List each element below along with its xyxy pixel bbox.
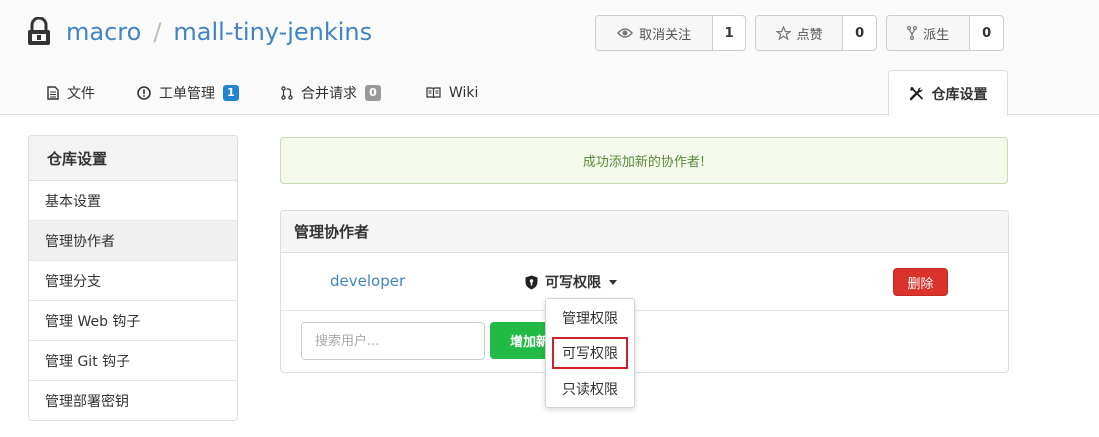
sidebar-item-deploy-keys[interactable]: 管理部署密钥: [29, 381, 237, 420]
star-button[interactable]: 点赞: [756, 16, 844, 50]
tab-settings-label: 仓库设置: [931, 86, 988, 103]
pull-request-icon: [281, 85, 293, 100]
forks-count[interactable]: 0: [970, 16, 1003, 50]
tab-settings[interactable]: 仓库设置: [888, 70, 1008, 116]
pull-requests-count-badge: 0: [365, 84, 381, 101]
repo-tabs: 文件 工单管理 1 合并请求 0 Wiki 仓库设置: [0, 70, 1099, 116]
permission-option-write[interactable]: 可写权限: [552, 337, 628, 369]
tab-files[interactable]: 文件: [47, 70, 95, 115]
lock-icon: [28, 17, 50, 45]
delete-collaborator-button[interactable]: 删除: [893, 268, 948, 296]
repo-header: macro / mall-tiny-jenkins 取消关注 1 点赞 0 派生…: [0, 0, 1099, 116]
star-button-group: 点赞 0: [755, 15, 877, 51]
watch-button-group: 取消关注 1: [595, 15, 746, 51]
unwatch-label: 取消关注: [639, 27, 692, 43]
success-message: 成功添加新的协作者!: [582, 155, 706, 170]
sidebar-item-webhooks[interactable]: 管理 Web 钩子: [29, 301, 237, 341]
fork-button[interactable]: 派生: [887, 16, 971, 50]
sidebar-item-collaborators[interactable]: 管理协作者: [29, 221, 237, 261]
fork-button-group: 派生 0: [886, 15, 1004, 51]
current-permission-label: 可写权限: [545, 275, 601, 291]
repo-title: macro / mall-tiny-jenkins: [26, 14, 372, 50]
sidebar-item-basic-settings[interactable]: 基本设置: [29, 181, 237, 221]
issue-icon: [137, 85, 151, 100]
watchers-count[interactable]: 1: [713, 16, 745, 50]
chevron-down-icon: [609, 279, 617, 285]
repo-name-link[interactable]: mall-tiny-jenkins: [173, 18, 372, 46]
tab-files-label: 文件: [67, 85, 95, 102]
eye-icon: [617, 28, 634, 38]
book-icon: [426, 86, 441, 98]
settings-sidebar: 仓库设置 基本设置 管理协作者 管理分支 管理 Web 钩子 管理 Git 钩子…: [28, 135, 238, 421]
fork-icon: [907, 26, 918, 40]
path-separator: /: [153, 18, 162, 46]
shield-icon: [525, 275, 538, 289]
fork-label: 派生: [923, 27, 950, 43]
tab-wiki[interactable]: Wiki: [426, 70, 478, 115]
tab-issues[interactable]: 工单管理 1: [137, 70, 239, 115]
tools-icon: [909, 87, 923, 101]
file-icon: [47, 85, 59, 100]
collaborator-name-link[interactable]: developer: [330, 272, 405, 290]
permission-dropdown-toggle[interactable]: 可写权限: [525, 272, 617, 292]
sidebar-item-git-hooks[interactable]: 管理 Git 钩子: [29, 341, 237, 381]
unwatch-button[interactable]: 取消关注: [596, 16, 714, 50]
sidebar-title: 仓库设置: [29, 136, 237, 181]
tab-issues-label: 工单管理: [159, 85, 215, 102]
repo-owner-link[interactable]: macro: [66, 18, 141, 46]
tab-pull-requests-label: 合并请求: [301, 85, 357, 102]
stars-count[interactable]: 0: [843, 16, 876, 50]
collaborator-row: developer 可写权限 删除: [281, 253, 1008, 311]
star-icon: [775, 26, 791, 40]
star-label: 点赞: [796, 27, 823, 43]
collaborators-panel-title: 管理协作者: [281, 211, 1008, 253]
permission-option-admin[interactable]: 管理权限: [546, 300, 634, 336]
search-user-input[interactable]: [301, 322, 485, 360]
collaborators-panel: 管理协作者 developer 可写权限 删除 增加新的协作者: [280, 210, 1009, 373]
tab-pull-requests[interactable]: 合并请求 0: [281, 70, 381, 115]
permission-dropdown-menu: 管理权限 可写权限 只读权限: [545, 298, 635, 408]
issues-count-badge: 1: [223, 84, 239, 101]
sidebar-item-branches[interactable]: 管理分支: [29, 261, 237, 301]
success-alert: 成功添加新的协作者!: [280, 137, 1008, 184]
permission-option-read[interactable]: 只读权限: [546, 371, 634, 407]
tab-wiki-label: Wiki: [449, 84, 479, 101]
